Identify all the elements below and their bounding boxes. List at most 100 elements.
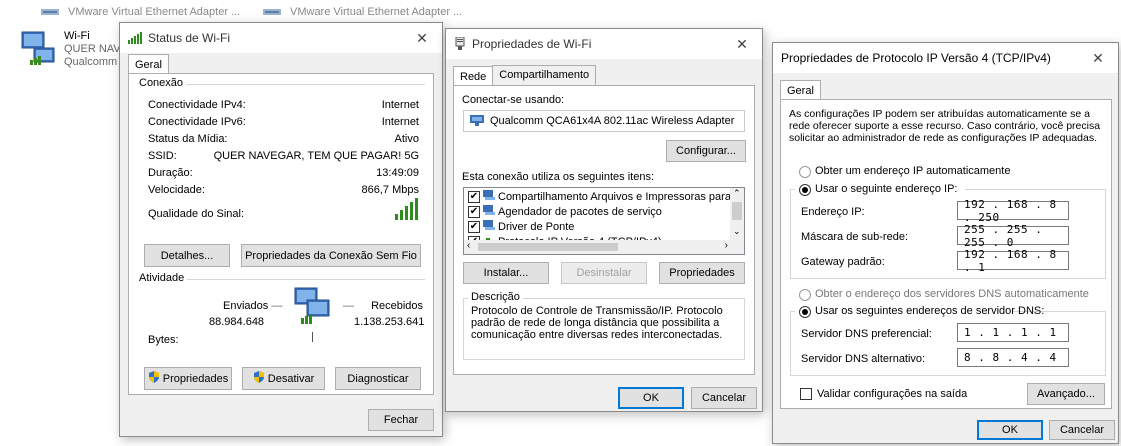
items-label: Esta conexão utiliza os seguintes itens: bbox=[462, 171, 655, 183]
properties-button[interactable]: Propriedades bbox=[144, 367, 232, 390]
conexao-group-label: Conexão bbox=[137, 77, 187, 89]
list-item[interactable]: ✔ Compartilhamento Arquivos e Impressora… bbox=[468, 190, 745, 203]
ipv6-connectivity-label: Conectividade IPv6: bbox=[148, 116, 246, 128]
disable-button-label: Desativar bbox=[267, 372, 315, 385]
alternate-dns-label: Servidor DNS alternativo: bbox=[801, 353, 926, 365]
diagnose-button[interactable]: Diagnosticar bbox=[335, 367, 421, 390]
subnet-mask-input[interactable]: 255 . 255 . 255 . 0 bbox=[957, 223, 1069, 249]
auto-ip-label: Obter um endereço IP automaticamente bbox=[815, 165, 1011, 177]
manual-ip-radio[interactable] bbox=[799, 184, 811, 196]
chevron-up-icon[interactable]: ⌃ bbox=[733, 188, 741, 199]
adapter-icon bbox=[454, 37, 466, 51]
disable-button[interactable]: Desativar bbox=[242, 367, 325, 390]
network-adapter-icon bbox=[470, 114, 484, 129]
media-status-label: Status da Mídia: bbox=[148, 133, 228, 145]
wifi-properties-title: Propriedades de Wi-Fi bbox=[472, 37, 592, 51]
network-component-icon bbox=[483, 220, 495, 233]
ipv4-properties-title: Propriedades de Protocolo IP Versão 4 (T… bbox=[781, 51, 1051, 65]
tab-rede[interactable]: Rede bbox=[453, 66, 494, 86]
connect-using-label: Conectar-se usando: bbox=[462, 94, 565, 106]
components-list[interactable]: ✔ Compartilhamento Arquivos e Impressora… bbox=[463, 187, 745, 255]
network-adapter-icon bbox=[41, 9, 59, 15]
ipv4-connectivity-value: Internet bbox=[381, 99, 419, 111]
checkbox[interactable]: ✔ bbox=[468, 220, 480, 233]
adapter-field: Qualcomm QCA61x4A 802.11ac Wireless Adap… bbox=[463, 110, 745, 132]
close-icon[interactable]: ✕ bbox=[722, 29, 762, 59]
vmware-adapter-1[interactable]: VMware Virtual Ethernet Adapter ... bbox=[40, 6, 240, 18]
wifi-properties-panel: Conectar-se usando: Qualcomm QCA61x4A 80… bbox=[453, 85, 755, 375]
chevron-left-icon[interactable]: ‹ bbox=[467, 240, 470, 251]
horizontal-scrollbar[interactable]: ‹ › bbox=[464, 240, 744, 254]
list-item-label: Agendador de pacotes de serviço bbox=[498, 205, 662, 218]
gateway-input[interactable]: 192 . 168 . 8 . 1 bbox=[957, 248, 1069, 274]
shield-icon bbox=[148, 371, 160, 386]
wifi-properties-dialog: Propriedades de Wi-Fi ✕ Rede Compartilha… bbox=[445, 28, 763, 412]
list-item[interactable]: ✔ Driver de Ponte bbox=[468, 220, 574, 233]
ip-address-label: Endereço IP: bbox=[801, 206, 865, 218]
tab-geral[interactable]: Geral bbox=[128, 54, 169, 74]
ok-button[interactable]: OK bbox=[618, 387, 684, 409]
ipv6-connectivity-value: Internet bbox=[381, 116, 419, 128]
preferred-dns-input[interactable]: 1 . 1 . 1 . 1 bbox=[957, 323, 1069, 342]
tab-compartilhamento[interactable]: Compartilhamento bbox=[492, 65, 597, 85]
scroll-thumb[interactable] bbox=[732, 202, 742, 220]
auto-dns-label: Obter o endereço dos servidores DNS auto… bbox=[815, 288, 1089, 300]
details-button[interactable]: Detalhes... bbox=[144, 244, 230, 267]
network-activity-icon bbox=[294, 287, 330, 324]
cancel-button[interactable]: Cancelar bbox=[691, 387, 757, 409]
checkbox[interactable]: ✔ bbox=[468, 190, 480, 203]
vmware-adapter-2[interactable]: VMware Virtual Ethernet Adapter ... bbox=[262, 6, 462, 18]
list-item-label: Compartilhamento Arquivos e Impressoras … bbox=[498, 190, 745, 203]
uninstall-button[interactable]: Desinstalar bbox=[561, 262, 647, 284]
ip-address-input[interactable]: 192 . 168 . 8 . 250 bbox=[957, 198, 1069, 224]
chevron-right-icon[interactable]: › bbox=[725, 240, 728, 251]
ipv4-connectivity-label: Conectividade IPv4: bbox=[148, 99, 246, 111]
network-adapter-icon bbox=[263, 9, 281, 15]
ok-button[interactable]: OK bbox=[977, 420, 1043, 440]
atividade-group-label: Atividade bbox=[137, 272, 188, 284]
list-item-label: Driver de Ponte bbox=[498, 220, 575, 233]
speed-label: Velocidade: bbox=[148, 184, 205, 196]
manual-dns-radio[interactable] bbox=[799, 306, 811, 318]
network-component-icon bbox=[483, 205, 495, 218]
advanced-button[interactable]: Avançado... bbox=[1027, 383, 1105, 405]
recv-label-row: — Recebidos bbox=[343, 300, 424, 312]
alternate-dns-input[interactable]: 8 . 8 . 4 . 4 bbox=[957, 348, 1069, 367]
ipv4-properties-panel: As configurações IP podem ser atribuídas… bbox=[780, 99, 1112, 409]
auto-dns-radio[interactable] bbox=[799, 289, 811, 301]
intro-text: As configurações IP podem ser atribuídas… bbox=[789, 108, 1101, 144]
close-icon[interactable]: ✕ bbox=[1078, 43, 1118, 73]
wifi-connection-item[interactable]: Wi-Fi QUER NAVI Qualcomm bbox=[20, 30, 124, 69]
cancel-button[interactable]: Cancelar bbox=[1049, 420, 1115, 440]
adapter-name: Qualcomm QCA61x4A 802.11ac Wireless Adap… bbox=[490, 115, 735, 127]
close-button[interactable]: Fechar bbox=[368, 409, 434, 431]
validate-label: Validar configurações na saída bbox=[817, 388, 968, 400]
wifi-status-title: Status de Wi-Fi bbox=[148, 31, 231, 45]
wifi-status-titlebar: Status de Wi-Fi ✕ bbox=[120, 23, 442, 53]
wireless-properties-button[interactable]: Propriedades da Conexão Sem Fio bbox=[241, 244, 421, 267]
configure-button[interactable]: Configurar... bbox=[666, 140, 746, 162]
signal-strength-icon bbox=[395, 198, 418, 220]
activity-divider bbox=[312, 332, 313, 342]
component-properties-button[interactable]: Propriedades bbox=[659, 262, 745, 284]
validate-checkbox[interactable] bbox=[800, 388, 812, 400]
wifi-properties-titlebar: Propriedades de Wi-Fi ✕ bbox=[446, 29, 762, 59]
list-item[interactable]: ✔ Agendador de pacotes de serviço bbox=[468, 205, 662, 218]
tab-geral[interactable]: Geral bbox=[780, 80, 821, 100]
bytes-label: Bytes: bbox=[148, 334, 179, 346]
scroll-thumb[interactable] bbox=[478, 243, 618, 251]
speed-value: 866,7 Mbps bbox=[361, 184, 419, 196]
chevron-down-icon[interactable]: ⌄ bbox=[733, 226, 741, 237]
auto-ip-radio[interactable] bbox=[799, 166, 811, 178]
vmware-adapter-2-label: VMware Virtual Ethernet Adapter ... bbox=[290, 6, 463, 18]
ssid-value: QUER NAVEGAR, TEM QUE PAGAR! 5G bbox=[213, 150, 419, 162]
subnet-mask-label: Máscara de sub-rede: bbox=[801, 231, 908, 243]
properties-button-label: Propriedades bbox=[162, 372, 229, 385]
recv-label: Recebidos bbox=[371, 300, 424, 312]
vertical-scrollbar[interactable]: ⌃ ⌄ bbox=[730, 188, 744, 242]
network-component-icon bbox=[483, 190, 495, 203]
wifi-status-panel: Conexão Conectividade IPv4: Internet Con… bbox=[128, 73, 434, 395]
checkbox[interactable]: ✔ bbox=[468, 205, 480, 218]
close-icon[interactable]: ✕ bbox=[402, 23, 442, 53]
install-button[interactable]: Instalar... bbox=[463, 262, 549, 284]
